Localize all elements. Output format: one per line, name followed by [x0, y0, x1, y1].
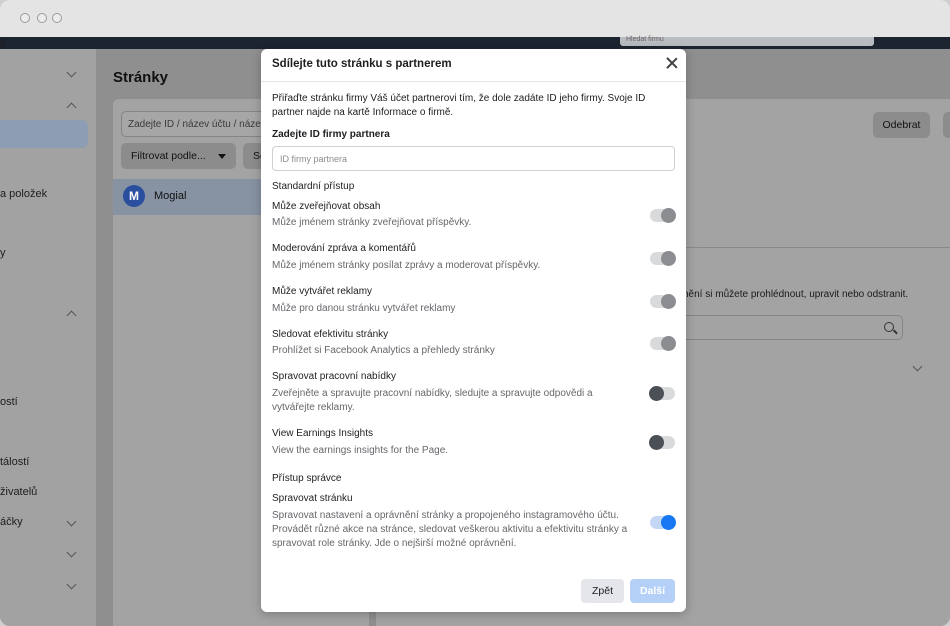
standard-access-heading: Standardní přístup: [272, 181, 355, 192]
dialog-title: Sdílejte tuto stránku s partnerem: [272, 58, 452, 70]
permission-description: Může jménem stránky posílat zprávy a mod…: [272, 260, 541, 271]
toggle-knob: [661, 336, 676, 351]
filter-dropdown[interactable]: Filtrovat podle...: [121, 143, 236, 169]
permission-description: View the earnings insights for the Page.: [272, 445, 449, 456]
app-window: Hledat firmu y a položek y ostí tálostí …: [0, 0, 950, 626]
permissions-hint: vnění si můžete prohlédnout, upravit neb…: [678, 289, 909, 300]
caret-down-icon: [218, 154, 226, 159]
chevron-down-icon[interactable]: [912, 361, 923, 372]
permission-title: View Earnings Insights: [272, 428, 373, 439]
chevron-down-icon[interactable]: [66, 67, 77, 78]
permission-description: Prohlížet si Facebook Analytics a přehle…: [272, 345, 495, 356]
filter-dropdown-label: Filtrovat podle...: [131, 150, 206, 162]
business-search-placeholder: Hledat firmu: [626, 36, 664, 43]
permission-toggle-moderate[interactable]: [650, 251, 676, 266]
share-page-dialog: Sdílejte tuto stránku s partnerem Přiřaď…: [261, 49, 686, 612]
permission-toggle-earnings[interactable]: [649, 435, 675, 450]
permission-description: Spravovat nastavení a oprávnění stránky …: [272, 510, 628, 549]
partner-id-label: Zadejte ID firmy partnera: [272, 129, 390, 140]
permission-toggle-publish[interactable]: [650, 208, 676, 223]
toggle-knob: [661, 294, 676, 309]
chevron-up-icon[interactable]: [66, 310, 77, 321]
permission-title: Může zveřejňovat obsah: [272, 201, 381, 212]
admin-access-heading: Přístup správce: [272, 473, 342, 484]
toggle-knob: [649, 386, 664, 401]
permission-toggle-insights[interactable]: [650, 336, 676, 351]
sidebar-item-label[interactable]: ostí: [0, 396, 18, 408]
permission-title: Sledovat efektivitu stránky: [272, 329, 389, 340]
window-titlebar: [0, 0, 950, 37]
chevron-up-icon[interactable]: [66, 102, 77, 113]
back-button[interactable]: Zpět: [581, 579, 624, 603]
permission-toggle-jobs[interactable]: [649, 386, 675, 401]
business-search-input[interactable]: Hledat firmu: [620, 36, 874, 46]
toggle-knob: [649, 435, 664, 450]
sidebar-item-label[interactable]: áčky: [0, 516, 23, 528]
people-search-input[interactable]: [676, 315, 903, 340]
permission-title: Může vytvářet reklamy: [272, 286, 373, 297]
divider: [261, 81, 686, 82]
sidebar-item-label[interactable]: a položek: [0, 188, 47, 200]
permission-description: Může pro danou stránku vytvářet reklamy: [272, 303, 456, 314]
page-name: Mogial: [154, 190, 187, 202]
partner-id-input[interactable]: [272, 146, 675, 171]
search-icon: [884, 322, 894, 332]
sidebar-item-label[interactable]: živatelů: [0, 486, 37, 498]
more-button[interactable]: [943, 112, 950, 138]
permission-title: Moderování zpráva a komentářů: [272, 243, 416, 254]
permission-title: Spravovat stránku: [272, 493, 353, 504]
chevron-down-icon[interactable]: [66, 547, 77, 558]
avatar: M: [123, 185, 145, 207]
chevron-down-icon[interactable]: [66, 516, 77, 527]
left-navigation: y a položek y ostí tálostí živatelů áčky: [0, 36, 96, 626]
window-close-dot[interactable]: [20, 13, 30, 23]
permission-description: Může jménem stránky zveřejňovat příspěvk…: [272, 217, 472, 228]
sidebar-item-active[interactable]: [0, 120, 88, 148]
sidebar-item-label[interactable]: tálostí: [0, 456, 29, 468]
toggle-knob: [661, 251, 676, 266]
window-zoom-dot[interactable]: [52, 13, 62, 23]
toggle-knob: [661, 515, 676, 530]
remove-button[interactable]: Odebrat: [873, 112, 930, 138]
permission-toggle-ads[interactable]: [650, 294, 676, 309]
permission-toggle-manage-page[interactable]: [650, 515, 676, 530]
toggle-knob: [661, 208, 676, 223]
close-icon[interactable]: [665, 56, 679, 70]
permission-description: Zveřejněte a spravujte pracovní nabídky,…: [272, 388, 593, 413]
window-minimize-dot[interactable]: [37, 13, 47, 23]
permission-title: Spravovat pracovní nabídky: [272, 371, 396, 382]
chevron-down-icon[interactable]: [66, 579, 77, 590]
page-title: Stránky: [113, 69, 169, 86]
dialog-intro-text: Přiřaďte stránku firmy Váš účet partnero…: [272, 93, 646, 118]
next-button[interactable]: Další: [630, 579, 675, 603]
sidebar-item-label[interactable]: y: [0, 36, 6, 48]
sidebar-item-label[interactable]: y: [0, 247, 6, 259]
